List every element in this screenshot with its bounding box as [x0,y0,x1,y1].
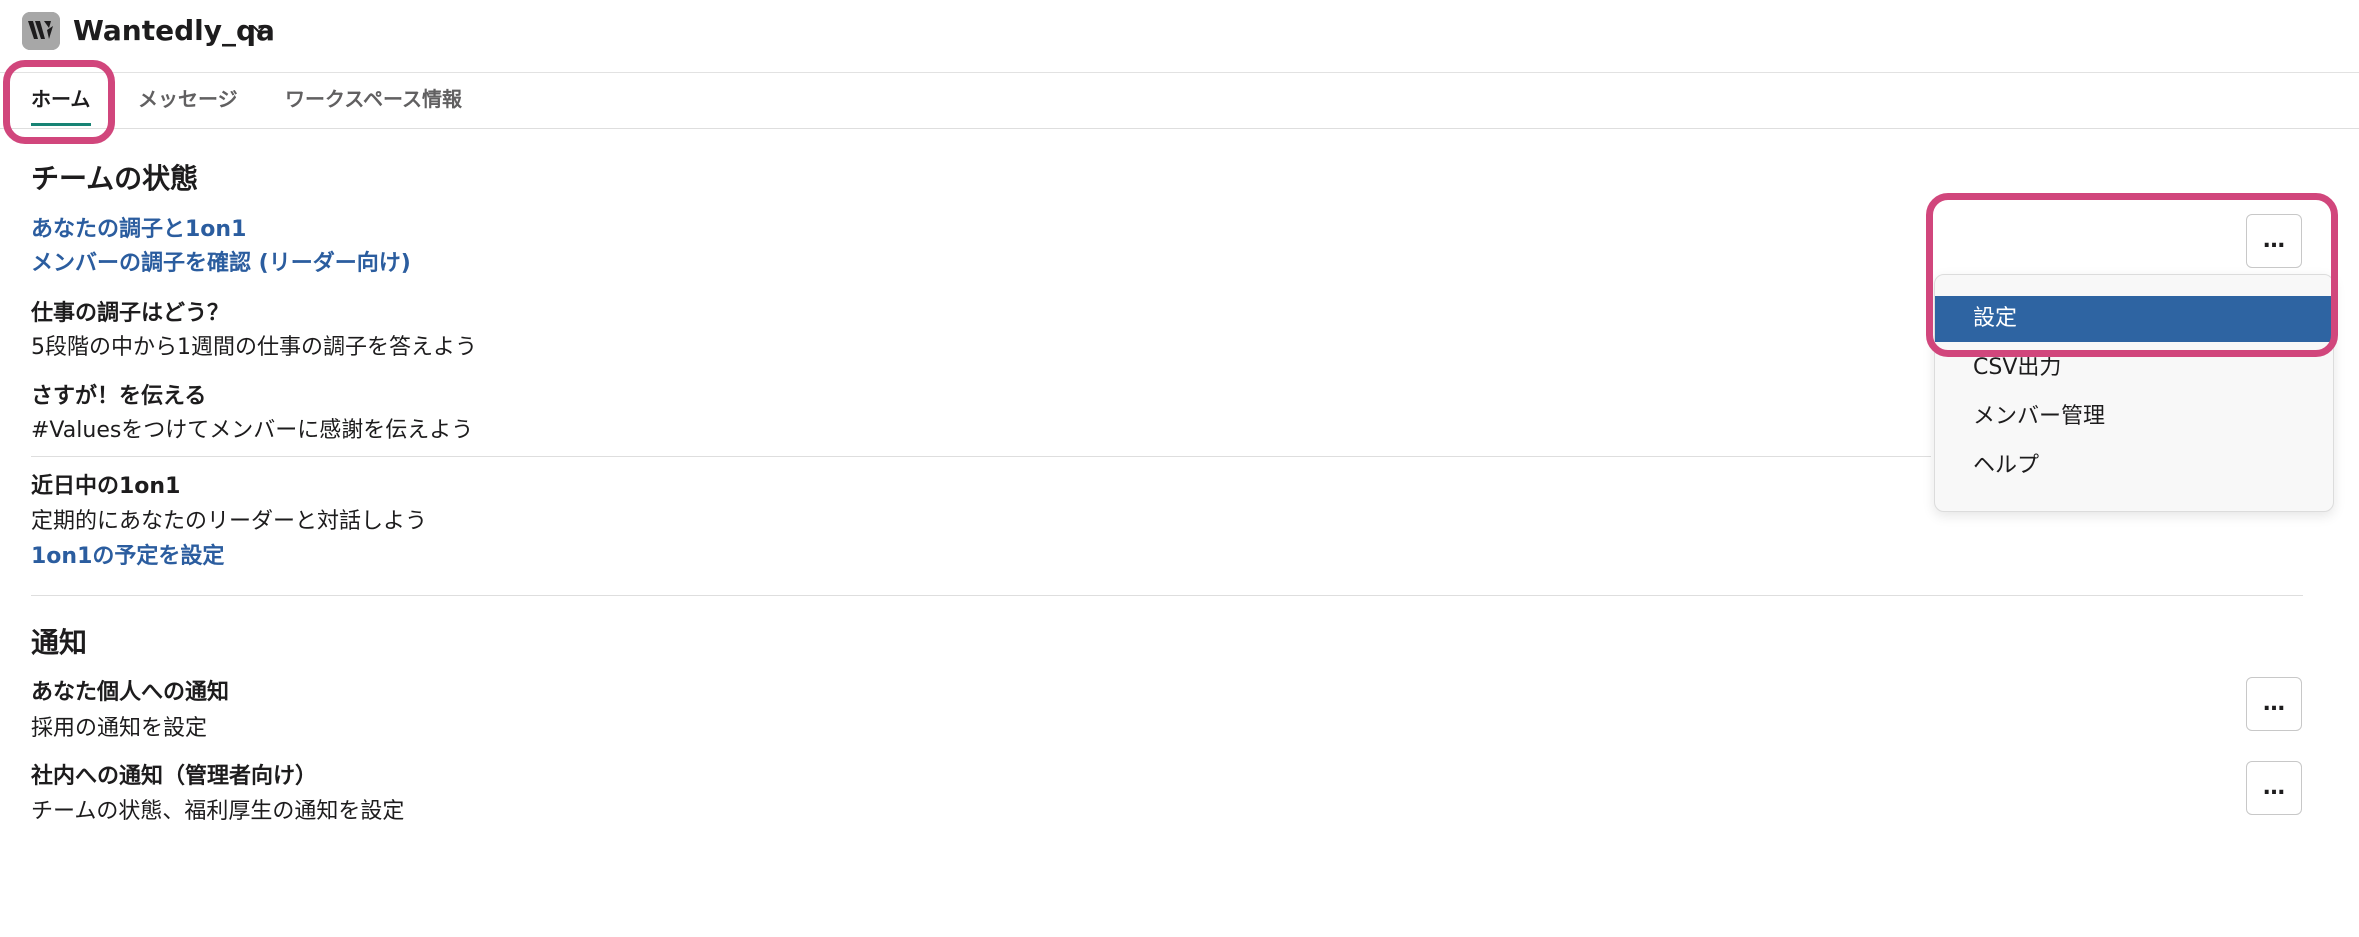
company-notification-description: チームの状態、福利厚生の通知を設定 [31,799,405,824]
tab-bar: ホーム メッセージ ワークスペース情報 [0,73,2359,129]
more-icon: … [2263,691,2285,716]
workspace-name[interactable]: Wantedly_qa [73,11,275,51]
app-header: Wantedly_qa [0,0,2359,73]
tab-workspace-info[interactable]: ワークスペース情報 [285,85,462,113]
schedule-1on1-link[interactable]: 1on1の予定を設定 [31,541,224,573]
praise-title: さすが！を伝える [31,384,207,409]
menu-item-help[interactable]: ヘルプ [1935,443,2333,489]
member-condition-link[interactable]: メンバーの調子を確認 (リーダー向け) [31,248,411,280]
chevron-down-icon[interactable] [251,22,267,38]
work-condition-description: 5段階の中から1週間の仕事の調子を答えよう [31,335,477,360]
tab-home[interactable]: ホーム [31,85,90,113]
personal-notification-description: 採用の通知を設定 [31,716,208,741]
wantedly-logo-icon[interactable] [22,12,60,50]
active-tab-indicator [31,123,91,126]
notifications-heading: 通知 [31,626,88,659]
menu-item-member-management[interactable]: メンバー管理 [1935,394,2333,440]
more-icon: … [2263,775,2285,800]
personal-notification-title: あなた個人への通知 [31,680,230,705]
more-icon: … [2263,228,2285,253]
praise-description: #Valuesをつけてメンバーに感謝を伝えよう [31,418,474,443]
work-condition-title: 仕事の調子はどう？ [31,301,230,326]
overflow-menu: 設定 CSV出力 メンバー管理 ヘルプ [1934,274,2334,512]
my-condition-link[interactable]: あなたの調子と1on1 [31,214,246,246]
tab-messages[interactable]: メッセージ [138,85,238,113]
team-status-more-button[interactable]: … [2246,214,2302,268]
menu-item-settings[interactable]: 設定 [1935,296,2333,342]
upcoming-1on1-description: 定期的にあなたのリーダーと対話しよう [31,509,428,534]
team-status-heading: チームの状態 [31,162,199,195]
section-divider [31,595,2303,596]
company-notification-title: 社内への通知（管理者向け） [31,764,318,789]
personal-notification-more-button[interactable]: … [2246,677,2302,731]
divider [31,456,1931,457]
company-notification-more-button[interactable]: … [2246,761,2302,815]
upcoming-1on1-title: 近日中の1on1 [31,474,181,499]
menu-item-csv-export[interactable]: CSV出力 [1935,345,2333,391]
